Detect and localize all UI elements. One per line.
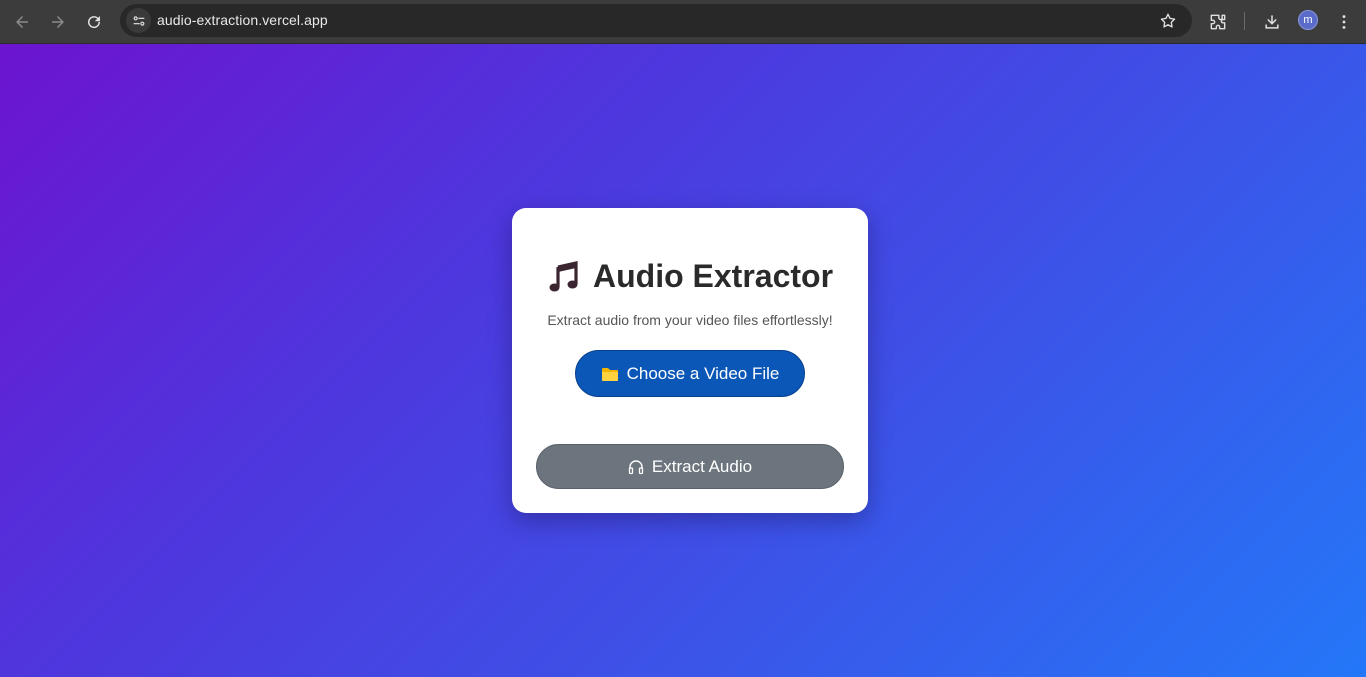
choose-button-label: Choose a Video File xyxy=(626,363,780,383)
title-text: Audio Extractor xyxy=(592,258,834,294)
extract-button-label: Extract Audio xyxy=(651,456,753,476)
profile-avatar[interactable]: m xyxy=(1298,10,1318,30)
site-info-icon xyxy=(133,15,144,26)
forward-button[interactable] xyxy=(44,8,72,36)
url-text[interactable]: audio-extraction.vercel.app xyxy=(157,12,328,28)
browser-toolbar: audio-extraction.vercel.app m xyxy=(0,0,1366,44)
headphones-icon xyxy=(628,459,644,475)
extract-audio-button[interactable]: Extract Audio xyxy=(536,444,844,489)
page-title: Audio Extractor xyxy=(512,258,868,295)
browser-menu-button[interactable] xyxy=(1330,8,1358,36)
back-icon xyxy=(16,16,28,28)
music-note-icon xyxy=(547,260,581,294)
choose-video-button[interactable]: Choose a Video File xyxy=(575,350,805,397)
back-button[interactable] xyxy=(8,8,36,36)
reload-button[interactable] xyxy=(80,8,108,36)
download-icon xyxy=(1265,15,1279,29)
subtitle: Extract audio from your video files effo… xyxy=(547,312,833,328)
downloads-button[interactable] xyxy=(1258,8,1286,36)
address-bar[interactable]: audio-extraction.vercel.app xyxy=(120,4,1192,37)
toolbar-divider xyxy=(1244,12,1245,30)
extensions-button[interactable] xyxy=(1204,8,1232,36)
site-info-button[interactable] xyxy=(126,8,151,33)
extractor-card: Audio Extractor Extract audio from your … xyxy=(512,208,868,513)
menu-icon xyxy=(1342,15,1346,29)
forward-icon xyxy=(52,16,64,28)
star-icon xyxy=(1160,13,1176,28)
extensions-icon xyxy=(1210,14,1226,30)
bookmark-button[interactable] xyxy=(1158,11,1178,31)
reload-icon xyxy=(88,16,101,29)
page-background: Audio Extractor Extract audio from your … xyxy=(0,44,1366,677)
folder-icon xyxy=(601,366,619,382)
